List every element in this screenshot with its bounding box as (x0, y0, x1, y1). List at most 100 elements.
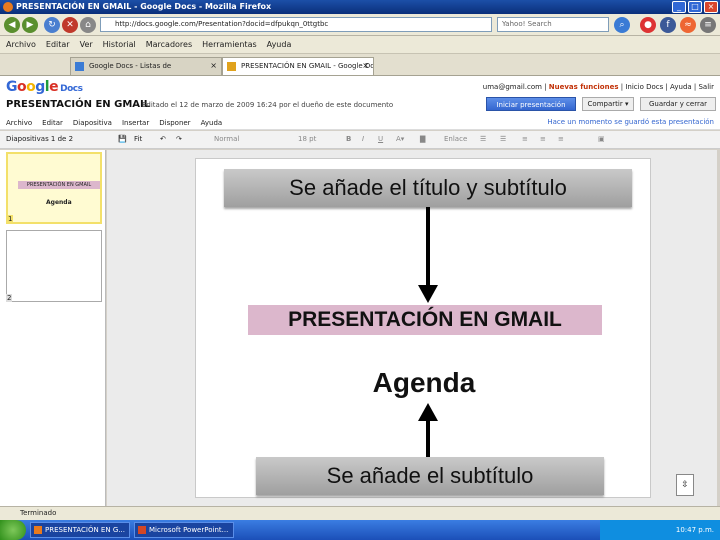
browser-tab-bar: Google Docs - Listas de × PRESENTACIÓN E… (0, 54, 720, 76)
menu-item-historial[interactable]: Historial (103, 40, 136, 49)
last-saved-status: Hace un momento se guardó esta presentac… (547, 118, 714, 126)
menu-item-editar[interactable]: Editar (46, 40, 70, 49)
docs-menu-editar[interactable]: Editar (42, 119, 63, 127)
highlight-icon[interactable]: ▇ (420, 135, 425, 143)
windows-taskbar: PRESENTACIÓN EN G... Microsoft PowerPoin… (0, 520, 720, 540)
close-window-button[interactable]: × (704, 1, 718, 13)
status-bar: Terminado (0, 506, 720, 520)
docs-favicon-icon (75, 62, 84, 71)
callout-subtitle: Se añade el subtítulo (256, 457, 604, 495)
powerpoint-icon (138, 526, 146, 534)
tab-presentacion[interactable]: PRESENTACIÓN EN GMAIL - Google Docs × (222, 57, 374, 75)
tab-label: Google Docs - Listas de (89, 62, 172, 70)
bold-button[interactable]: B (346, 135, 351, 143)
slide-subtitle[interactable]: Agenda (196, 367, 652, 399)
slide-thumbnail-2[interactable]: 2 (6, 230, 102, 302)
slide[interactable]: Se añade el título y subtítulo PRESENTAC… (195, 158, 651, 498)
firefox-icon (34, 526, 42, 534)
arrow-up-icon (418, 403, 438, 457)
docs-menu-archivo[interactable]: Archivo (6, 119, 32, 127)
insert-image-icon[interactable]: ▣ (598, 135, 605, 143)
start-presentation-button[interactable]: Iniciar presentación (486, 97, 576, 111)
clock[interactable]: 10:47 p.m. (676, 526, 714, 534)
docs-menu-insertar[interactable]: Insertar (122, 119, 149, 127)
menu-item-herramientas[interactable]: Herramientas (202, 40, 257, 49)
menu-item-marcadores[interactable]: Marcadores (146, 40, 192, 49)
presentation-favicon-icon (227, 62, 236, 71)
user-email: uma@gmail.com (482, 83, 542, 91)
taskbar-item-label: Microsoft PowerPoint... (149, 526, 229, 534)
slide-number: 1 (7, 215, 14, 223)
search-icon[interactable]: ⌕ (614, 17, 630, 33)
header-links[interactable]: Inicio Docs | Ayuda | Salir (625, 83, 714, 91)
docs-menu-disponer[interactable]: Disponer (159, 119, 190, 127)
slide-thumbnail-panel: PRESENTACIÓN EN GMAIL Agenda 1 2 (0, 150, 106, 510)
start-button[interactable] (0, 520, 26, 540)
docs-menu-diapositiva[interactable]: Diapositiva (73, 119, 112, 127)
navigation-toolbar: ◀ ▶ ↻ ✕ ⌂ http://docs.google.com/Present… (0, 14, 720, 36)
menu-item-ver[interactable]: Ver (80, 40, 93, 49)
slide-canvas: Se añade el título y subtítulo PRESENTAC… (107, 150, 717, 510)
zoom-select[interactable]: Fit (134, 135, 142, 143)
extension-icon[interactable]: f (660, 17, 676, 33)
google-docs-logo[interactable]: Google Docs (6, 79, 83, 95)
tab-google-docs-list[interactable]: Google Docs - Listas de × (70, 57, 222, 75)
stop-icon[interactable]: ✕ (62, 17, 78, 33)
browser-menubar: Archivo Editar Ver Historial Marcadores … (0, 36, 720, 54)
numbered-list-icon[interactable]: ☰ (480, 135, 486, 143)
menu-icon[interactable]: ≡ (700, 17, 716, 33)
align-left-icon[interactable]: ≡ (522, 135, 528, 143)
taskbar-item-powerpoint[interactable]: Microsoft PowerPoint... (134, 522, 234, 538)
share-button[interactable]: Compartir ▾ (582, 97, 634, 111)
close-tab-icon[interactable]: × (210, 58, 217, 74)
taskbar-item-label: PRESENTACIÓN EN G... (45, 526, 125, 534)
system-tray: 10:47 p.m. (600, 520, 720, 540)
align-right-icon[interactable]: ≡ (558, 135, 564, 143)
font-select[interactable]: Normal (214, 135, 239, 143)
reload-icon[interactable]: ↻ (44, 17, 60, 33)
add-slide-icon[interactable]: ⇳ (676, 474, 694, 496)
underline-button[interactable]: U (378, 135, 383, 143)
slide-title[interactable]: PRESENTACIÓN EN GMAIL (248, 305, 602, 335)
minimize-button[interactable]: _ (672, 1, 686, 13)
window-title: PRESENTACIÓN EN GMAIL - Google Docs - Mo… (16, 2, 272, 11)
addon-icon[interactable]: ● (640, 17, 656, 33)
bulleted-list-icon[interactable]: ☰ (500, 135, 506, 143)
tab-label: PRESENTACIÓN EN GMAIL - Google Docs (241, 62, 374, 70)
document-title[interactable]: PRESENTACIÓN EN GMAIL (6, 99, 150, 110)
size-select[interactable]: 18 pt (298, 135, 316, 143)
link-button[interactable]: Enlace (444, 135, 467, 143)
window-title-bar: PRESENTACIÓN EN GMAIL - Google Docs - Mo… (0, 0, 720, 14)
user-links: uma@gmail.com | Nuevas funciones | Inici… (482, 83, 714, 91)
address-bar[interactable]: http://docs.google.com/Presentation?doci… (100, 17, 492, 32)
rss-icon[interactable]: ≈ (680, 17, 696, 33)
taskbar-item-firefox[interactable]: PRESENTACIÓN EN G... (30, 522, 130, 538)
maximize-button[interactable]: □ (688, 1, 702, 13)
text-color-icon[interactable]: A▾ (396, 135, 404, 143)
undo-icon[interactable]: ↶ (160, 135, 166, 143)
docs-menu-ayuda[interactable]: Ayuda (201, 119, 223, 127)
window-controls: _ □ × (672, 1, 718, 13)
menu-item-ayuda[interactable]: Ayuda (267, 40, 292, 49)
status-text: Terminado (20, 509, 57, 517)
forward-icon[interactable]: ▶ (22, 17, 38, 33)
italic-button[interactable]: I (362, 135, 364, 143)
home-icon[interactable]: ⌂ (80, 17, 96, 33)
back-icon[interactable]: ◀ (4, 17, 20, 33)
search-input[interactable]: Yahoo! Search (497, 17, 609, 32)
save-close-button[interactable]: Guardar y cerrar (640, 97, 716, 111)
menu-item-archivo[interactable]: Archivo (6, 40, 36, 49)
close-tab-icon[interactable]: × (362, 58, 369, 74)
new-features-link[interactable]: Nuevas funciones (549, 83, 619, 91)
thumbnail-title: PRESENTACIÓN EN GMAIL (18, 181, 100, 189)
firefox-icon (3, 2, 13, 12)
save-icon[interactable]: 💾 (118, 135, 127, 143)
slide-number: 2 (6, 294, 13, 302)
redo-icon[interactable]: ↷ (176, 135, 182, 143)
arrow-down-icon (418, 207, 438, 303)
align-center-icon[interactable]: ≡ (540, 135, 546, 143)
slide-thumbnail-1[interactable]: PRESENTACIÓN EN GMAIL Agenda 1 (6, 152, 102, 224)
callout-title-subtitle: Se añade el título y subtítulo (224, 169, 632, 207)
slide-count: Diapositivas 1 de 2 (6, 135, 74, 143)
editor-toolbar: Diapositivas 1 de 2 💾 Fit ↶ ↷ Normal 18 … (0, 131, 720, 149)
